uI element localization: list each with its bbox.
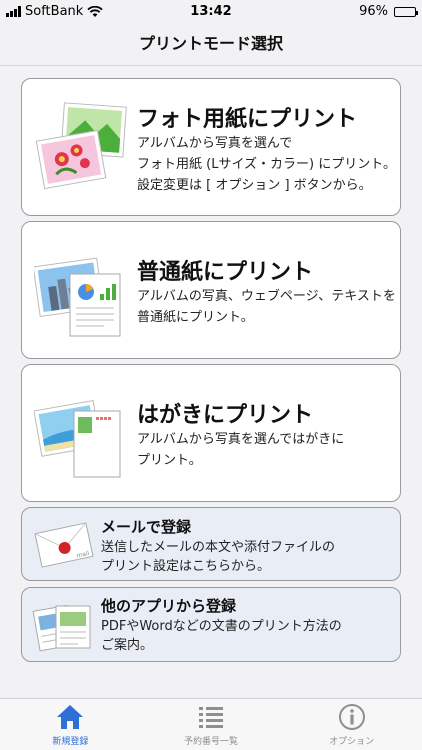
tab-label-new-registration: 新規登録 — [52, 737, 89, 747]
battery-percent: 96% — [359, 4, 388, 19]
plain-paper-print-title: 普通紙にプリント — [137, 260, 314, 285]
tab-options[interactable]: オプション — [281, 699, 422, 750]
plain-paper-print-description: アルバムの写真、ウェブページ、テキストを 普通紙にプリント。 — [137, 289, 396, 325]
photo-print-title: フォト用紙にプリント — [137, 107, 358, 132]
page-title: プリントモード選択 — [138, 34, 283, 53]
documents-icon — [32, 604, 91, 652]
tab-label-reservation-list: 予約番号一覧 — [184, 737, 239, 747]
tab-label-options: オプション — [329, 737, 375, 747]
postcard-print-title: はがきにプリント — [137, 403, 314, 428]
tab-new-registration[interactable]: 新規登録 — [0, 699, 141, 750]
other-app-register-description: PDFやWordなどの文書のプリント方法の ご案内。 — [101, 619, 342, 653]
svg-text:mail: mail — [76, 550, 90, 560]
mail-register-title: メールで登録 — [101, 518, 192, 536]
battery-icon — [394, 6, 418, 17]
nav-bar: プリントモード選択 — [0, 24, 422, 66]
info-icon — [338, 704, 365, 730]
home-icon — [57, 705, 84, 729]
photo-paper-icon — [35, 102, 127, 190]
postcard-print-description: アルバムから写真を選んではがきに プリント。 — [137, 432, 345, 468]
other-app-register-title: 他のアプリから登録 — [101, 597, 237, 615]
mail-register-card[interactable]: mail メールで登録 送信したメールの本文や添付ファイルの プリント設定はこち… — [21, 507, 401, 581]
mail-envelope-icon: mail — [34, 522, 94, 568]
plain-paper-icon — [34, 257, 121, 337]
mail-register-description: 送信したメールの本文や添付ファイルの プリント設定はこちらから。 — [101, 540, 336, 574]
other-app-register-card[interactable]: 他のアプリから登録 PDFやWordなどの文書のプリント方法の ご案内。 — [21, 587, 401, 662]
photo-print-description: アルバムから写真を選んで フォト用紙 (Lサイズ・カラー) にプリント。 設定変… — [137, 136, 397, 193]
tab-reservation-list[interactable]: 予約番号一覧 — [141, 699, 282, 750]
status-bar: SoftBank 13:42 96% — [0, 0, 422, 24]
photo-print-card[interactable]: フォト用紙にプリント アルバムから写真を選んで フォト用紙 (Lサイズ・カラー)… — [21, 78, 401, 216]
postcard-icon — [34, 399, 121, 478]
postcard-print-card[interactable]: はがきにプリント アルバムから写真を選んではがきに プリント。 — [21, 364, 401, 502]
list-icon — [199, 707, 223, 728]
tab-bar: 新規登録 予約番号一覧 オプション — [0, 698, 422, 750]
plain-paper-print-card[interactable]: 普通紙にプリント アルバムの写真、ウェブページ、テキストを 普通紙にプリント。 — [21, 221, 401, 359]
